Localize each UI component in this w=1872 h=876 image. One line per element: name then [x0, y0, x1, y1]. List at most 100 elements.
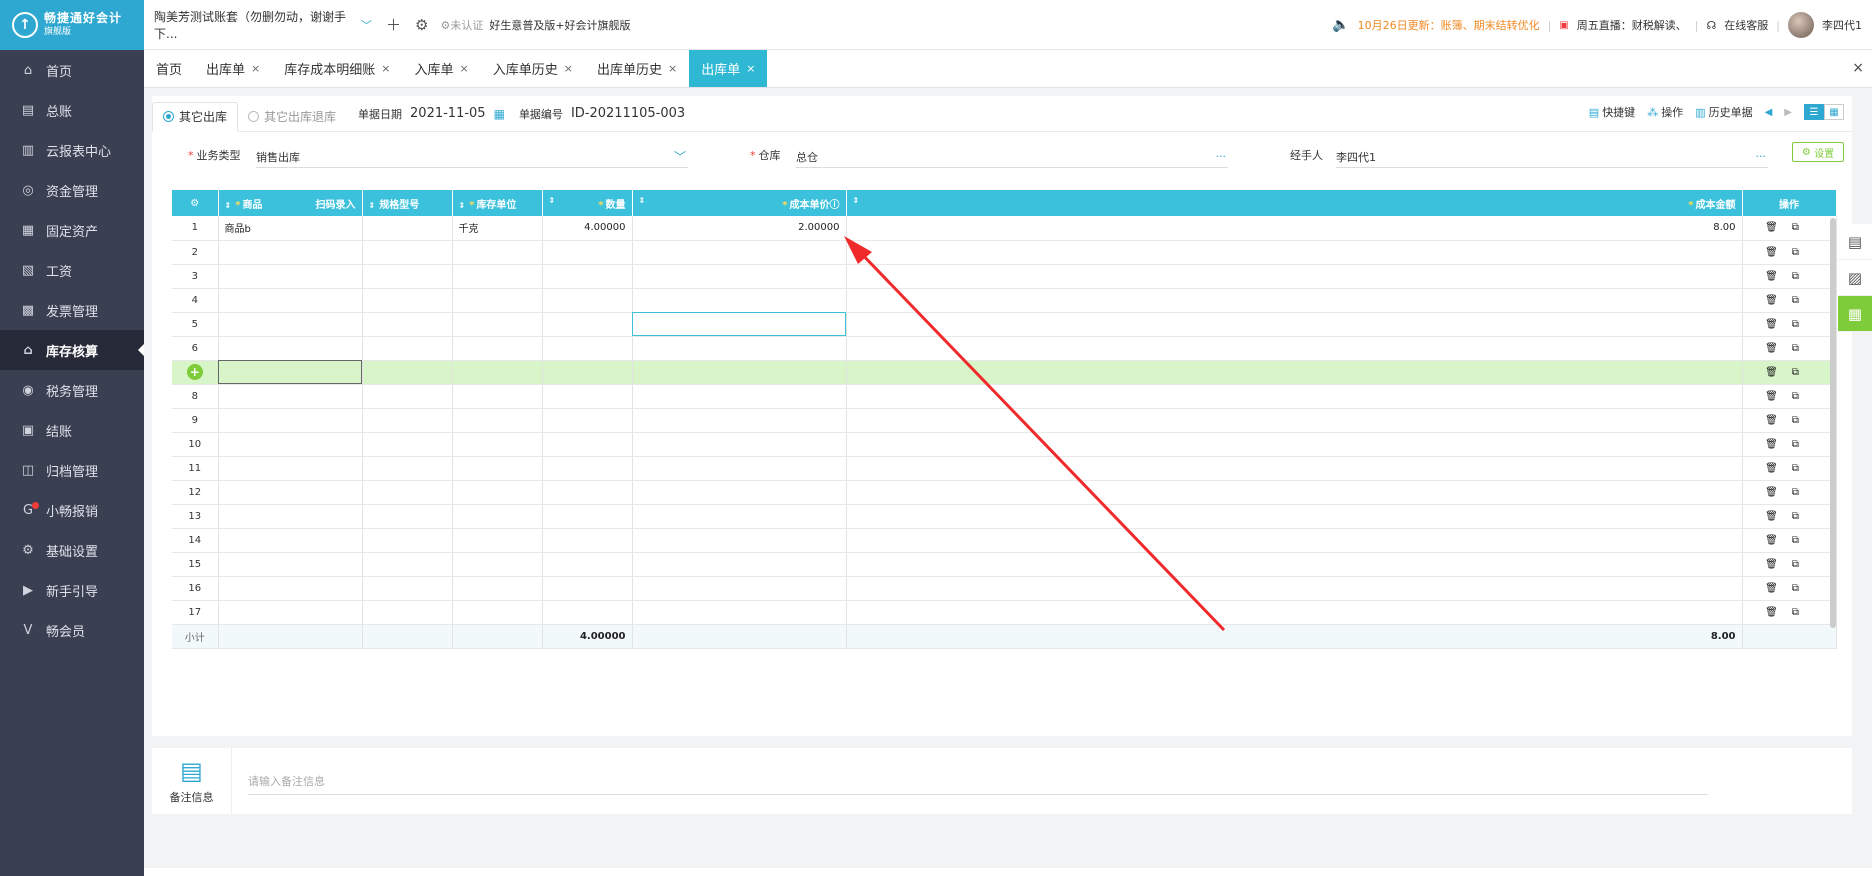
- add-icon[interactable]: ＋: [386, 14, 401, 35]
- close-icon[interactable]: ×: [381, 62, 390, 75]
- close-icon[interactable]: ×: [564, 62, 573, 75]
- cell-product[interactable]: [218, 456, 363, 481]
- sidebar-item-asset[interactable]: ▦ 固定资产: [0, 210, 144, 250]
- copy-row-icon[interactable]: ⧉: [1792, 559, 1813, 570]
- cell-spec[interactable]: [362, 600, 453, 625]
- cell-product[interactable]: [218, 504, 363, 529]
- copy-row-icon[interactable]: ⧉: [1792, 343, 1813, 354]
- cell-qty[interactable]: [542, 432, 633, 457]
- delete-row-icon[interactable]: 🗑: [1765, 607, 1792, 618]
- cell-qty[interactable]: [542, 336, 633, 361]
- copy-row-icon[interactable]: ⧉: [1792, 319, 1813, 330]
- cell-product[interactable]: [218, 384, 363, 409]
- cell-price[interactable]: [632, 576, 847, 601]
- tab-4[interactable]: 入库单历史 ×: [481, 50, 585, 87]
- cell-amount[interactable]: [846, 384, 1743, 409]
- cell-spec[interactable]: [362, 216, 453, 241]
- cell-price[interactable]: [632, 552, 847, 577]
- cell-spec[interactable]: [362, 288, 453, 313]
- cell-product[interactable]: 商品b: [218, 216, 363, 241]
- col-price[interactable]: ⇕ * 成本单价ⓘ: [632, 190, 847, 216]
- cell-unit[interactable]: [452, 360, 543, 385]
- calendar-icon[interactable]: ▦: [494, 107, 505, 121]
- col-product[interactable]: ⇕ * 商品 扫码录入: [218, 190, 363, 216]
- cell-product[interactable]: [218, 480, 363, 505]
- delete-row-icon[interactable]: 🗑: [1765, 415, 1792, 426]
- cell-price[interactable]: 2.00000: [632, 216, 847, 241]
- delete-row-icon[interactable]: 🗑: [1765, 535, 1792, 546]
- shortcut-button[interactable]: ▤ 快捷键: [1589, 104, 1635, 120]
- sidebar-item-inventory[interactable]: ⌂ 库存核算: [0, 330, 144, 370]
- cell-qty[interactable]: [542, 288, 633, 313]
- live-link[interactable]: 周五直播：财税解读、: [1577, 17, 1687, 33]
- cell-qty[interactable]: [542, 408, 633, 433]
- list-view-icon[interactable]: ☰: [1804, 104, 1824, 120]
- cell-amount[interactable]: [846, 528, 1743, 553]
- cell-unit[interactable]: [452, 432, 543, 457]
- handler-field[interactable]: 李四代1 ···: [1336, 146, 1768, 168]
- clipboard-icon[interactable]: ▤: [1838, 224, 1872, 260]
- copy-row-icon[interactable]: ⧉: [1792, 367, 1813, 378]
- cell-qty[interactable]: [542, 312, 633, 337]
- delete-row-icon[interactable]: 🗑: [1765, 343, 1792, 354]
- cell-spec[interactable]: [362, 264, 453, 289]
- sidebar-item-money[interactable]: ◎ 资金管理: [0, 170, 144, 210]
- cell-product[interactable]: [218, 576, 363, 601]
- cell-amount[interactable]: [846, 312, 1743, 337]
- sidebar-item-ledger[interactable]: ▤ 总账: [0, 90, 144, 130]
- audit-icon[interactable]: ▨: [1838, 260, 1872, 296]
- delete-row-icon[interactable]: 🗑: [1765, 583, 1792, 594]
- cell-product[interactable]: [218, 408, 363, 433]
- cell-qty[interactable]: [542, 504, 633, 529]
- cell-price[interactable]: [632, 432, 847, 457]
- cell-qty[interactable]: [542, 384, 633, 409]
- close-icon[interactable]: ×: [668, 62, 677, 75]
- cell-qty[interactable]: [542, 576, 633, 601]
- cell-qty[interactable]: [542, 360, 633, 385]
- cell-unit[interactable]: [452, 408, 543, 433]
- cell-amount[interactable]: [846, 408, 1743, 433]
- copy-row-icon[interactable]: ⧉: [1792, 511, 1813, 522]
- col-amount[interactable]: ⇕ * 成本金额: [846, 190, 1743, 216]
- cell-unit[interactable]: [452, 456, 543, 481]
- sidebar-item-reimburse[interactable]: G 小畅报销: [0, 490, 144, 530]
- cell-unit[interactable]: [452, 576, 543, 601]
- close-icon[interactable]: ×: [251, 62, 260, 75]
- delete-row-icon[interactable]: 🗑: [1765, 559, 1792, 570]
- cell-spec[interactable]: [362, 336, 453, 361]
- copy-row-icon[interactable]: ⧉: [1792, 295, 1813, 306]
- cell-price[interactable]: [632, 504, 847, 529]
- cell-price[interactable]: [632, 264, 847, 289]
- grid-scrollbar[interactable]: [1830, 218, 1836, 628]
- cell-unit[interactable]: [452, 504, 543, 529]
- cell-price[interactable]: [632, 480, 847, 505]
- biz-type-select[interactable]: 销售出库 ﹀: [256, 146, 688, 168]
- warehouse-field[interactable]: 总仓 ···: [796, 146, 1228, 168]
- delete-row-icon[interactable]: 🗑: [1765, 439, 1792, 450]
- cell-product[interactable]: [218, 600, 363, 625]
- cell-product[interactable]: [218, 432, 363, 457]
- delete-row-icon[interactable]: 🗑: [1765, 247, 1792, 258]
- cell-spec[interactable]: [362, 312, 453, 337]
- remarks-input[interactable]: 请输入备注信息: [248, 767, 1708, 795]
- copy-row-icon[interactable]: ⧉: [1792, 415, 1813, 426]
- cell-unit[interactable]: 千克: [452, 216, 543, 241]
- cell-amount[interactable]: [846, 600, 1743, 625]
- cell-amount[interactable]: [846, 480, 1743, 505]
- cell-amount[interactable]: [846, 240, 1743, 265]
- cell-amount[interactable]: [846, 336, 1743, 361]
- col-qty[interactable]: ⇕ * 数量: [542, 190, 633, 216]
- cell-unit[interactable]: [452, 240, 543, 265]
- sidebar-item-guide[interactable]: ▶ 新手引导: [0, 570, 144, 610]
- cell-price[interactable]: [632, 456, 847, 481]
- card-view-icon[interactable]: ▦: [1824, 104, 1844, 120]
- close-all-tabs-icon[interactable]: ×: [1852, 60, 1864, 76]
- cell-product[interactable]: [218, 288, 363, 313]
- cell-spec[interactable]: [362, 240, 453, 265]
- cell-price[interactable]: [632, 600, 847, 625]
- cert-status[interactable]: ⚙未认证: [440, 17, 483, 33]
- sidebar-item-close-account[interactable]: ▣ 结账: [0, 410, 144, 450]
- cell-spec[interactable]: [362, 528, 453, 553]
- copy-row-icon[interactable]: ⧉: [1792, 583, 1813, 594]
- cell-product[interactable]: [218, 264, 363, 289]
